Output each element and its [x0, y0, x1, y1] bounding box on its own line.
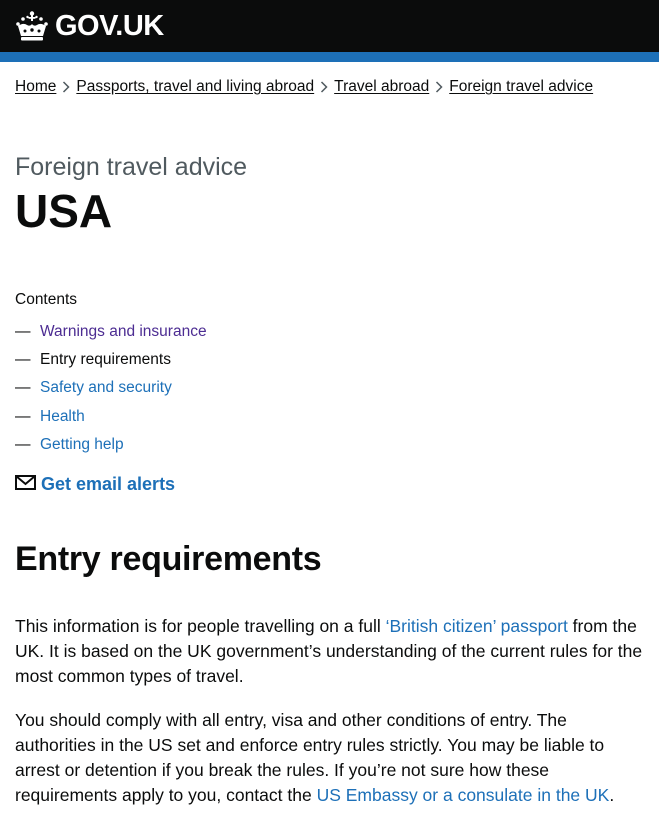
- contents-dash: —: [15, 379, 31, 397]
- contents-dash: —: [15, 323, 31, 341]
- contents-dash: —: [15, 435, 31, 453]
- get-email-alerts-link[interactable]: Get email alerts: [41, 474, 175, 495]
- breadcrumb: Home Passports, travel and living abroad…: [15, 78, 593, 96]
- header-blue-bar: [0, 52, 659, 62]
- breadcrumb-home[interactable]: Home: [15, 78, 56, 96]
- contents-item: — Safety and security: [15, 374, 207, 402]
- page-title: USA: [15, 185, 113, 237]
- contents-link-safety[interactable]: Safety and security: [40, 379, 172, 397]
- breadcrumb-foreign-travel-advice[interactable]: Foreign travel advice: [449, 78, 593, 96]
- section-heading: Entry requirements: [15, 540, 322, 578]
- chevron-right-icon: [314, 81, 334, 93]
- govuk-logo-link[interactable]: GOV.UK: [15, 8, 164, 44]
- contents-item: — Warnings and insurance: [15, 318, 207, 346]
- contents-link-health[interactable]: Health: [40, 408, 85, 426]
- contents-dash: —: [15, 407, 31, 425]
- contents-link-getting-help[interactable]: Getting help: [40, 436, 124, 454]
- chevron-right-icon: [56, 81, 76, 93]
- contents-item: — Getting help: [15, 431, 207, 459]
- chevron-right-icon: [429, 81, 449, 93]
- paragraph-text: .: [609, 785, 615, 805]
- crown-icon: [15, 10, 49, 42]
- contents-item: — Entry requirements: [15, 346, 207, 374]
- us-embassy-link[interactable]: US Embassy or a consulate in the UK: [317, 785, 610, 805]
- logo-text: GOV.UK: [55, 10, 164, 42]
- page-caption: Foreign travel advice: [15, 153, 248, 181]
- envelope-icon: [15, 474, 41, 495]
- british-citizen-passport-link[interactable]: ‘British citizen’ passport: [386, 616, 568, 636]
- contents-current-entry-requirements: Entry requirements: [40, 351, 171, 369]
- email-alerts: Get email alerts: [15, 474, 175, 495]
- contents-label: Contents: [15, 291, 78, 308]
- breadcrumb-passports[interactable]: Passports, travel and living abroad: [76, 78, 314, 96]
- contents-dash: —: [15, 351, 31, 369]
- paragraph-text: This information is for people travellin…: [15, 616, 386, 636]
- contents-item: — Health: [15, 403, 207, 431]
- contents-list: — Warnings and insurance — Entry require…: [15, 318, 207, 459]
- contents-link-warnings[interactable]: Warnings and insurance: [40, 323, 207, 341]
- paragraph-comply: You should comply with all entry, visa a…: [15, 708, 647, 808]
- site-header: GOV.UK: [0, 0, 659, 52]
- paragraph-passport: This information is for people travellin…: [15, 614, 647, 689]
- breadcrumb-travel-abroad[interactable]: Travel abroad: [334, 78, 429, 96]
